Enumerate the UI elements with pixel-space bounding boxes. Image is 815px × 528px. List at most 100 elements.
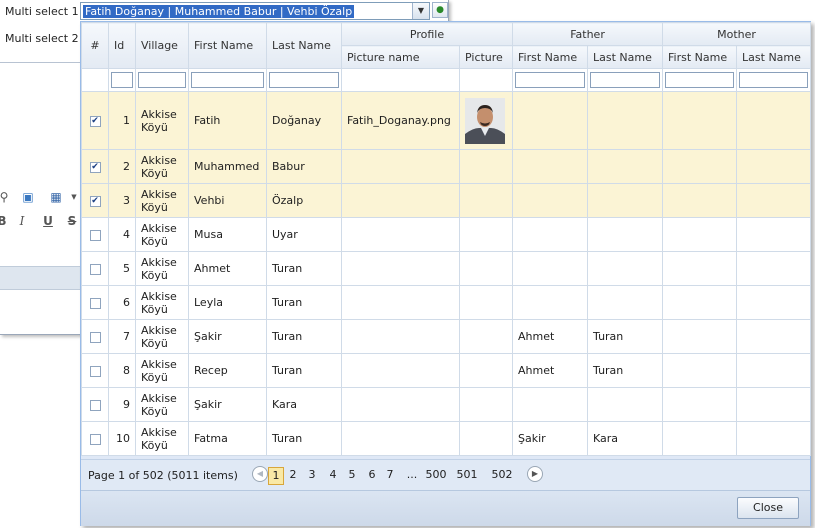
row-last-name: Doğanay xyxy=(266,91,342,150)
row-mother-last-name xyxy=(736,217,812,252)
row-checkbox[interactable]: ✔ xyxy=(89,115,101,127)
row-mother-first-name xyxy=(662,421,738,456)
underline-button[interactable]: U xyxy=(40,214,56,228)
row-first-name: Musa xyxy=(188,217,267,252)
pager-page-7[interactable]: 7 xyxy=(384,467,396,483)
row-checkbox[interactable]: ✔ xyxy=(89,195,101,207)
image-icon[interactable]: ▣ xyxy=(20,190,36,204)
row-checkbox[interactable] xyxy=(89,399,101,411)
pager-page-501[interactable]: 501 xyxy=(455,467,479,483)
row-father-first-name xyxy=(512,183,589,218)
chevron-down-icon[interactable]: ▼ xyxy=(412,3,429,19)
italic-button[interactable]: I xyxy=(14,214,30,228)
row-checkbox[interactable] xyxy=(89,331,101,343)
row-checkbox-cell xyxy=(81,217,109,252)
pager-page-1[interactable]: 1 xyxy=(268,467,284,485)
header-id[interactable]: Id xyxy=(108,22,136,69)
filter-mother-last-input[interactable] xyxy=(739,72,809,88)
combo-selected-text[interactable]: Fatih Doğanay | Muhammed Babur | Vehbi Ö… xyxy=(83,5,355,18)
row-picture-name xyxy=(341,183,460,218)
row-first-name: Ahmet xyxy=(188,251,267,286)
row-village-cell: Akkise Köyü xyxy=(135,319,189,354)
row-id: 2 xyxy=(108,149,136,184)
table-row[interactable]: ✔ 1 Akkise Köyü Fatih Doğanay Fatih_Doganay.p… xyxy=(81,91,812,150)
pager-page-500[interactable]: 500 xyxy=(423,467,449,483)
header-last-name[interactable]: Last Name xyxy=(266,22,342,69)
pager-page-2[interactable]: 2 xyxy=(287,467,299,483)
row-checkbox[interactable] xyxy=(89,229,101,241)
table-row[interactable]: ✔ 3 Akkise Köyü Vehbi Özalp xyxy=(81,183,812,218)
filter-first-name-input[interactable] xyxy=(191,72,264,88)
header-mother-first-name[interactable]: First Name xyxy=(662,45,738,69)
refresh-icon[interactable]: ● xyxy=(432,2,448,18)
strike-button[interactable]: S xyxy=(64,214,80,228)
chevron-left-icon[interactable]: ◀ xyxy=(252,466,268,482)
filter-cell-empty xyxy=(81,68,109,92)
filter-cell-picture-name xyxy=(341,68,460,92)
pager-page-5[interactable]: 5 xyxy=(346,467,358,483)
row-mother-first-name xyxy=(662,91,738,150)
row-village-cell: Akkise Köyü xyxy=(135,217,189,252)
multi-select-1-combo[interactable]: Fatih Doğanay | Muhammed Babur | Vehbi Ö… xyxy=(80,2,430,20)
row-checkbox[interactable] xyxy=(89,297,101,309)
row-checkbox[interactable] xyxy=(89,433,101,445)
row-picture-name xyxy=(341,285,460,320)
header-village[interactable]: Village xyxy=(135,22,189,69)
header-mother-last-name[interactable]: Last Name xyxy=(736,45,812,69)
row-picture-name xyxy=(341,421,460,456)
table-row[interactable]: 6 Akkise Köyü Leyla Turan xyxy=(81,285,812,320)
bold-button[interactable]: B xyxy=(0,214,10,228)
table-row[interactable]: ✔ 2 Akkise Köyü Muhammed Babur xyxy=(81,149,812,184)
row-last-name: Kara xyxy=(266,387,342,422)
header-picture[interactable]: Picture xyxy=(458,45,514,69)
table-row[interactable]: 5 Akkise Köyü Ahmet Turan xyxy=(81,251,812,286)
row-id: 7 xyxy=(108,319,136,354)
row-father-last-name xyxy=(587,217,664,252)
row-picture-cell xyxy=(458,217,514,252)
table-row[interactable]: 8 Akkise Köyü Recep Turan Ahmet Turan xyxy=(81,353,812,388)
table-row[interactable]: 10 Akkise Köyü Fatma Turan Şakir Kara xyxy=(81,421,812,456)
row-checkbox[interactable]: ✔ xyxy=(89,161,101,173)
row-village-cell: Akkise Köyü xyxy=(135,421,189,456)
row-checkbox-cell xyxy=(81,387,109,422)
row-first-name: Şakir xyxy=(188,319,267,354)
row-checkbox[interactable] xyxy=(89,263,101,275)
row-father-last-name xyxy=(587,387,664,422)
table-row[interactable]: 9 Akkise Köyü Şakir Kara xyxy=(81,387,812,422)
pager-page-3[interactable]: 3 xyxy=(306,467,318,483)
pager-page-6[interactable]: 6 xyxy=(366,467,378,483)
row-village: Akkise Köyü xyxy=(141,187,177,214)
header-check[interactable]: # xyxy=(81,22,109,69)
header-father-last-name[interactable]: Last Name xyxy=(587,45,664,69)
filter-cell-father-last xyxy=(587,68,664,92)
row-village: Akkise Köyü xyxy=(141,153,177,180)
filter-father-last-input[interactable] xyxy=(590,72,661,88)
filter-last-name-input[interactable] xyxy=(269,72,339,88)
row-picture-cell xyxy=(458,149,514,184)
pager-page-502[interactable]: 502 xyxy=(490,467,514,483)
chevron-right-icon[interactable]: ▶ xyxy=(527,466,543,482)
header-first-name[interactable]: First Name xyxy=(188,22,267,69)
table-row[interactable]: 7 Akkise Köyü Şakir Turan Ahmet Turan xyxy=(81,319,812,354)
table-icon[interactable]: ▦ xyxy=(48,190,64,204)
filter-mother-first-input[interactable] xyxy=(665,72,735,88)
header-father-first-name[interactable]: First Name xyxy=(512,45,589,69)
grid-body: ✔ 1 Akkise Köyü Fatih Doğanay Fatih_Doganay.p… xyxy=(81,91,812,456)
row-picture-cell xyxy=(458,91,514,150)
find-replace-icon[interactable]: ⚲ xyxy=(0,190,12,204)
row-father-last-name xyxy=(587,183,664,218)
pager-ellipsis: ... xyxy=(406,468,418,481)
filter-cell-mother-last xyxy=(736,68,812,92)
filter-father-first-input[interactable] xyxy=(515,72,586,88)
header-picture-name[interactable]: Picture name xyxy=(341,45,460,69)
row-last-name: Turan xyxy=(266,421,342,456)
row-checkbox[interactable] xyxy=(89,365,101,377)
row-father-last-name xyxy=(587,91,664,150)
row-picture-cell xyxy=(458,421,514,456)
filter-village-input[interactable] xyxy=(138,72,186,88)
close-button[interactable]: Close xyxy=(737,497,799,519)
filter-id-input[interactable] xyxy=(111,72,133,88)
row-checkbox-cell: ✔ xyxy=(81,183,109,218)
table-row[interactable]: 4 Akkise Köyü Musa Uyar xyxy=(81,217,812,252)
pager-page-4[interactable]: 4 xyxy=(327,467,339,483)
